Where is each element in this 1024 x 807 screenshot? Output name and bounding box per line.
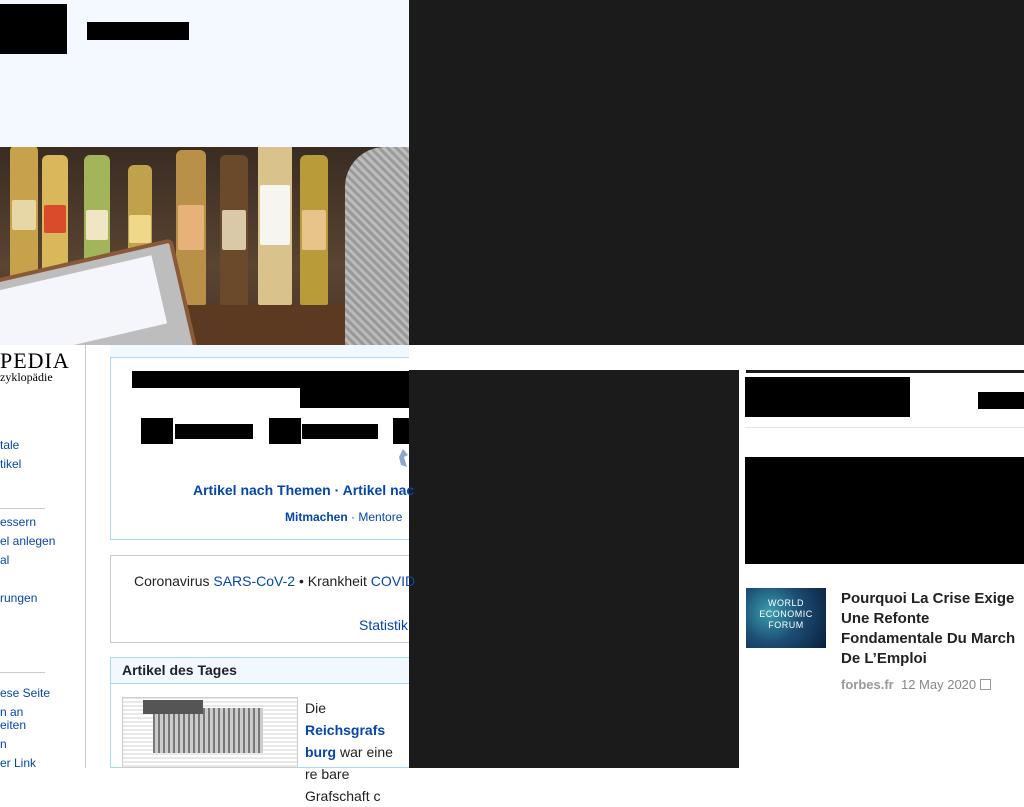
virus-link[interactable]: SARS-CoV-2 xyxy=(213,573,295,589)
dark-panel-middle xyxy=(409,370,739,768)
sidebar-item-anlegen[interactable]: el anlegen xyxy=(0,534,55,548)
redacted-news-link xyxy=(978,392,1024,409)
mitmachen-link[interactable]: Mitmachen xyxy=(285,510,348,524)
disease-link[interactable]: COVID xyxy=(371,573,415,589)
redacted-label xyxy=(175,424,253,439)
sidebar-divider xyxy=(85,345,86,768)
sidebar-item-links[interactable]: n an xyxy=(0,705,23,719)
redacted-logo xyxy=(0,4,67,54)
dark-panel-top xyxy=(409,0,1024,345)
redacted-icon xyxy=(269,418,301,444)
sidebar-separator xyxy=(0,672,45,673)
article-of-the-day-text: Die Reichsgrafs burg war eine re bare Gr… xyxy=(305,697,409,807)
news-thumbnail-logo: WORLD ECONOMIC FORUM xyxy=(759,598,813,630)
mentoren-link[interactable]: · Mentore xyxy=(348,510,402,524)
redacted-label xyxy=(302,424,378,439)
engraving-castle xyxy=(153,708,263,753)
redacted-title xyxy=(87,22,189,40)
sidebar-item-seiten[interactable]: eiten xyxy=(0,718,26,732)
corona-prefix: Coronavirus xyxy=(134,573,214,589)
news-source[interactable]: forbes.fr xyxy=(841,677,894,692)
news-top-rule xyxy=(746,370,1024,373)
article-engraving-image[interactable] xyxy=(122,697,298,768)
sidebar-item-portal[interactable]: al xyxy=(0,553,9,567)
sidebar-separator xyxy=(0,508,45,509)
hero-photo xyxy=(0,147,409,345)
sidebar-item-diese-seite[interactable]: ese Seite xyxy=(0,686,50,700)
article-of-the-day-heading: Artikel des Tages xyxy=(122,662,237,678)
news-thumbnail[interactable]: WORLD ECONOMIC FORUM xyxy=(746,588,826,648)
news-divider xyxy=(745,427,1024,428)
wikipedia-tagline: zyklopädie xyxy=(0,370,53,384)
portal-nav-links[interactable]: Artikel nach Themen · Artikel nac xyxy=(193,482,414,498)
sidebar-item-n[interactable]: n xyxy=(0,737,7,751)
redacted-icon xyxy=(141,418,173,444)
redacted-news-banner xyxy=(745,457,1024,564)
corona-line: Coronavirus SARS-CoV-2 • Krankheit COVID xyxy=(134,573,415,589)
portal-box-header xyxy=(110,345,409,358)
redacted-welcome-subheading xyxy=(300,388,409,408)
redacted-welcome-heading xyxy=(132,371,409,388)
engraving-roof xyxy=(143,700,203,714)
globe-icon xyxy=(398,447,409,469)
news-date: 12 May 2020 xyxy=(900,677,977,692)
redacted-news-heading xyxy=(745,377,910,417)
sidebar-item-verbessern[interactable]: essern xyxy=(0,515,36,529)
portal-secondary-links[interactable]: Mitmachen · Mentore xyxy=(285,510,402,524)
external-link-icon[interactable] xyxy=(980,679,992,690)
sidebar-item-aenderungen[interactable]: rungen xyxy=(0,591,37,605)
sidebar-item-artikel[interactable]: tikel xyxy=(0,457,21,471)
news-headline-link[interactable]: Pourquoi La Crise Exige Une Refonte Fond… xyxy=(841,589,1024,669)
news-meta: forbes.fr 12 May 2020 xyxy=(841,677,992,692)
cloth xyxy=(345,147,409,345)
article-text-start: Die xyxy=(305,700,327,716)
sidebar-item-hauptseite[interactable]: tale xyxy=(0,438,19,452)
statistik-link[interactable]: Statistik xyxy=(359,617,408,633)
corona-middle: • Krankheit xyxy=(295,573,371,589)
redacted-icon xyxy=(393,418,409,444)
